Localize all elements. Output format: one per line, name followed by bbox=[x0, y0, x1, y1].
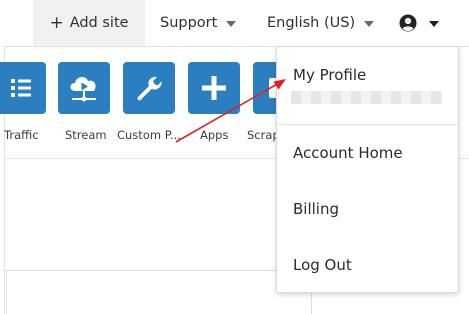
add-site-label: Add site bbox=[69, 15, 129, 31]
plus-icon bbox=[188, 62, 240, 114]
chevron-down-icon bbox=[429, 21, 439, 27]
support-label: Support bbox=[160, 15, 218, 31]
add-site-button[interactable]: + Add site bbox=[33, 0, 145, 46]
tile-label: Custom P... bbox=[117, 128, 181, 142]
app-tile-apps[interactable]: Apps bbox=[188, 62, 240, 142]
top-nav: + Add site Support English (US) bbox=[0, 0, 469, 46]
app-tile-traffic[interactable]: Traffic bbox=[0, 62, 46, 142]
language-label: English (US) bbox=[267, 15, 356, 31]
menu-divider bbox=[277, 124, 458, 125]
menu-item-my-profile[interactable]: My Profile bbox=[293, 66, 366, 84]
tile-label: Stream bbox=[65, 128, 107, 142]
language-menu[interactable]: English (US) bbox=[267, 0, 375, 46]
tile-label: Traffic bbox=[4, 128, 39, 142]
cloud-play-icon bbox=[58, 62, 110, 114]
redacted-email bbox=[291, 91, 442, 104]
plus-icon: + bbox=[49, 12, 64, 33]
tile-label: Scrap bbox=[247, 128, 280, 142]
app-tile-custom-pages[interactable]: Custom P... bbox=[117, 62, 181, 142]
menu-item-billing[interactable]: Billing bbox=[293, 200, 339, 218]
list-icon bbox=[0, 62, 46, 114]
tile-label: Apps bbox=[200, 128, 229, 142]
chevron-down-icon bbox=[226, 21, 237, 27]
account-dropdown-menu: My Profile Account Home Billing Log Out bbox=[276, 46, 459, 293]
menu-item-log-out[interactable]: Log Out bbox=[293, 256, 352, 274]
content-box bbox=[4, 270, 312, 314]
wrench-icon bbox=[123, 62, 175, 114]
chevron-down-icon bbox=[364, 21, 375, 27]
menu-item-account-home[interactable]: Account Home bbox=[293, 144, 403, 162]
app-tile-stream[interactable]: Stream bbox=[58, 62, 110, 142]
user-circle-icon bbox=[399, 14, 417, 32]
support-menu[interactable]: Support bbox=[160, 0, 237, 46]
